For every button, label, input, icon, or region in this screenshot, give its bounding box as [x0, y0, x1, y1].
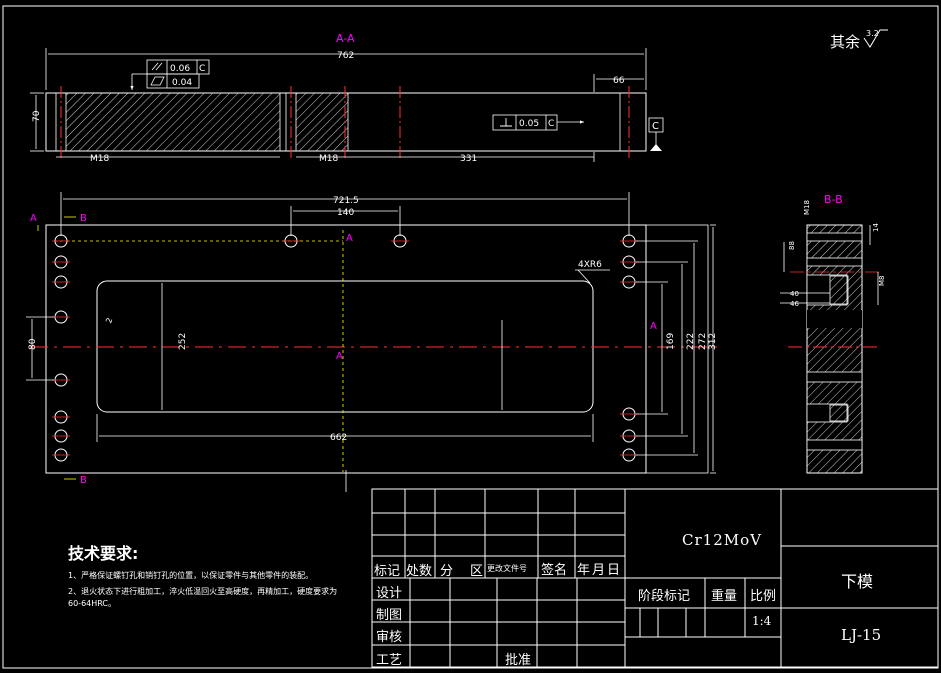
dim-bb-m18: M18 [803, 200, 811, 215]
dim-h-169: 169 [666, 333, 676, 350]
plan-view: A B A A A B 721.5 140 4XR6 2 252 662 80 … [26, 192, 720, 492]
hole [52, 255, 70, 269]
dim-thread-m18-mid: M18 [319, 154, 338, 164]
hole [620, 407, 638, 421]
hole [52, 234, 70, 248]
dim-small-radius: 2 [104, 317, 114, 325]
cut-a-mid: A [336, 351, 343, 362]
row-process: 工艺 [376, 653, 403, 668]
header-zone-b: 区 [470, 564, 484, 579]
dim-h-222: 222 [686, 333, 696, 350]
dim-bb-40: 40 [790, 290, 799, 298]
part-name: 下模 [841, 572, 874, 591]
weight-label: 重量 [711, 589, 738, 604]
tech-req-title: 技术要求: [68, 544, 139, 563]
dim-bb-14: 14 [872, 223, 880, 232]
drawing-number: LJ-15 [841, 626, 882, 644]
hatched-region-left [65, 92, 281, 152]
cut-a-right: A [650, 321, 657, 332]
ratio-label: 比例 [750, 589, 777, 604]
cut-markers: A B A A A B [30, 213, 657, 486]
row-review: 审核 [376, 630, 403, 645]
stage-label: 阶段标记 [638, 589, 691, 604]
flatness-icon [150, 76, 165, 86]
row-approve: 批准 [505, 653, 532, 668]
cut-a-left: A [30, 213, 37, 224]
dim-cavity-width: 662 [330, 433, 347, 443]
hole [52, 429, 70, 443]
fcf-perp-tol: 0.05 [519, 119, 539, 129]
fcf-parallel-tol: 0.06 [170, 64, 190, 74]
technical-requirements: 技术要求: 1、严格保证螺钉孔和销钉孔的位置，以保证零件与其他零件的装配。 2、… [68, 540, 338, 610]
hole [620, 275, 638, 289]
datum-c-label: C [652, 121, 659, 132]
header-change-doc: 更改文件号 [487, 564, 527, 573]
fcf-perp-datum: C [548, 119, 554, 129]
section-aa-view: A-A 762 66 70 M18 M18 331 0.06 C 0.04 0.… [30, 32, 664, 164]
dim-hole-span: 721.5 [333, 196, 359, 206]
cut-b-bottom: B [80, 475, 87, 486]
dim-thread-m18-left: M18 [90, 154, 109, 164]
section-bb-view: B-B M18 14 88 40 46 M8 [780, 193, 886, 474]
material: Cr12MoV [682, 531, 762, 549]
section-aa-title: A-A [336, 32, 355, 45]
fcf-perpendicularity: 0.05 C [492, 114, 584, 131]
section-bb-title: B-B [824, 193, 843, 206]
dim-span-331: 331 [460, 154, 477, 164]
hole [391, 234, 409, 248]
row-drafting: 制图 [376, 608, 403, 623]
roughness-value: 3.2 [866, 29, 879, 38]
hole [282, 234, 300, 248]
tech-req-item: 2、退火状态下进行粗加工，淬火低温回火至高硬度，再精加工，硬度要求为60-64H… [68, 587, 338, 608]
parallel-icon [151, 62, 163, 71]
hole [52, 410, 70, 424]
header-sign: 签名 [541, 563, 568, 578]
hole [52, 310, 70, 324]
dim-right-66: 66 [613, 76, 625, 86]
dim-corner-radius: 4XR6 [578, 260, 602, 270]
dim-height-70: 70 [32, 110, 42, 122]
dim-overall-length: 762 [337, 51, 354, 61]
roughness-note: 其余 3.2 [830, 29, 888, 51]
hole [52, 373, 70, 387]
hole [620, 255, 638, 269]
hole [620, 429, 638, 443]
cut-b-top: B [80, 213, 87, 224]
hole [620, 234, 638, 248]
dim-h-272: 272 [698, 333, 708, 350]
dim-h-312: 312 [708, 333, 718, 350]
row-design: 设计 [376, 586, 403, 601]
dim-left-spacing: 80 [28, 338, 38, 350]
dim-bb-46: 46 [790, 300, 799, 308]
header-zone-a: 分 [440, 564, 454, 579]
fcf-parallel-datum: C [199, 64, 205, 74]
perpendicular-icon [500, 118, 512, 127]
fcf-flatness-tol: 0.04 [172, 78, 192, 88]
dim-bb-m8: M8 [878, 276, 886, 287]
fcf-parallelism: 0.06 C 0.04 [130, 59, 210, 90]
datum-c: C [648, 117, 664, 151]
dim-bb-88: 88 [788, 241, 796, 250]
hatched-region-middle [295, 92, 349, 152]
roughness-prefix: 其余 [830, 33, 860, 51]
dim-hole-spacing: 140 [337, 208, 354, 218]
tech-req-item: 1、严格保证螺钉孔和销钉孔的位置，以保证零件与其他零件的装配。 [68, 571, 314, 580]
hole [620, 448, 638, 462]
hole-pattern [52, 234, 638, 462]
scale-value: 1:4 [752, 614, 772, 628]
cut-a-top: A [346, 233, 353, 244]
datum-triangle-icon [650, 144, 662, 151]
header-date: 年月日 [577, 563, 623, 578]
dim-cavity-height: 252 [178, 333, 188, 350]
hole [52, 275, 70, 289]
header-count: 处数 [406, 564, 433, 579]
header-mark: 标记 [374, 564, 401, 579]
hole [52, 448, 70, 462]
